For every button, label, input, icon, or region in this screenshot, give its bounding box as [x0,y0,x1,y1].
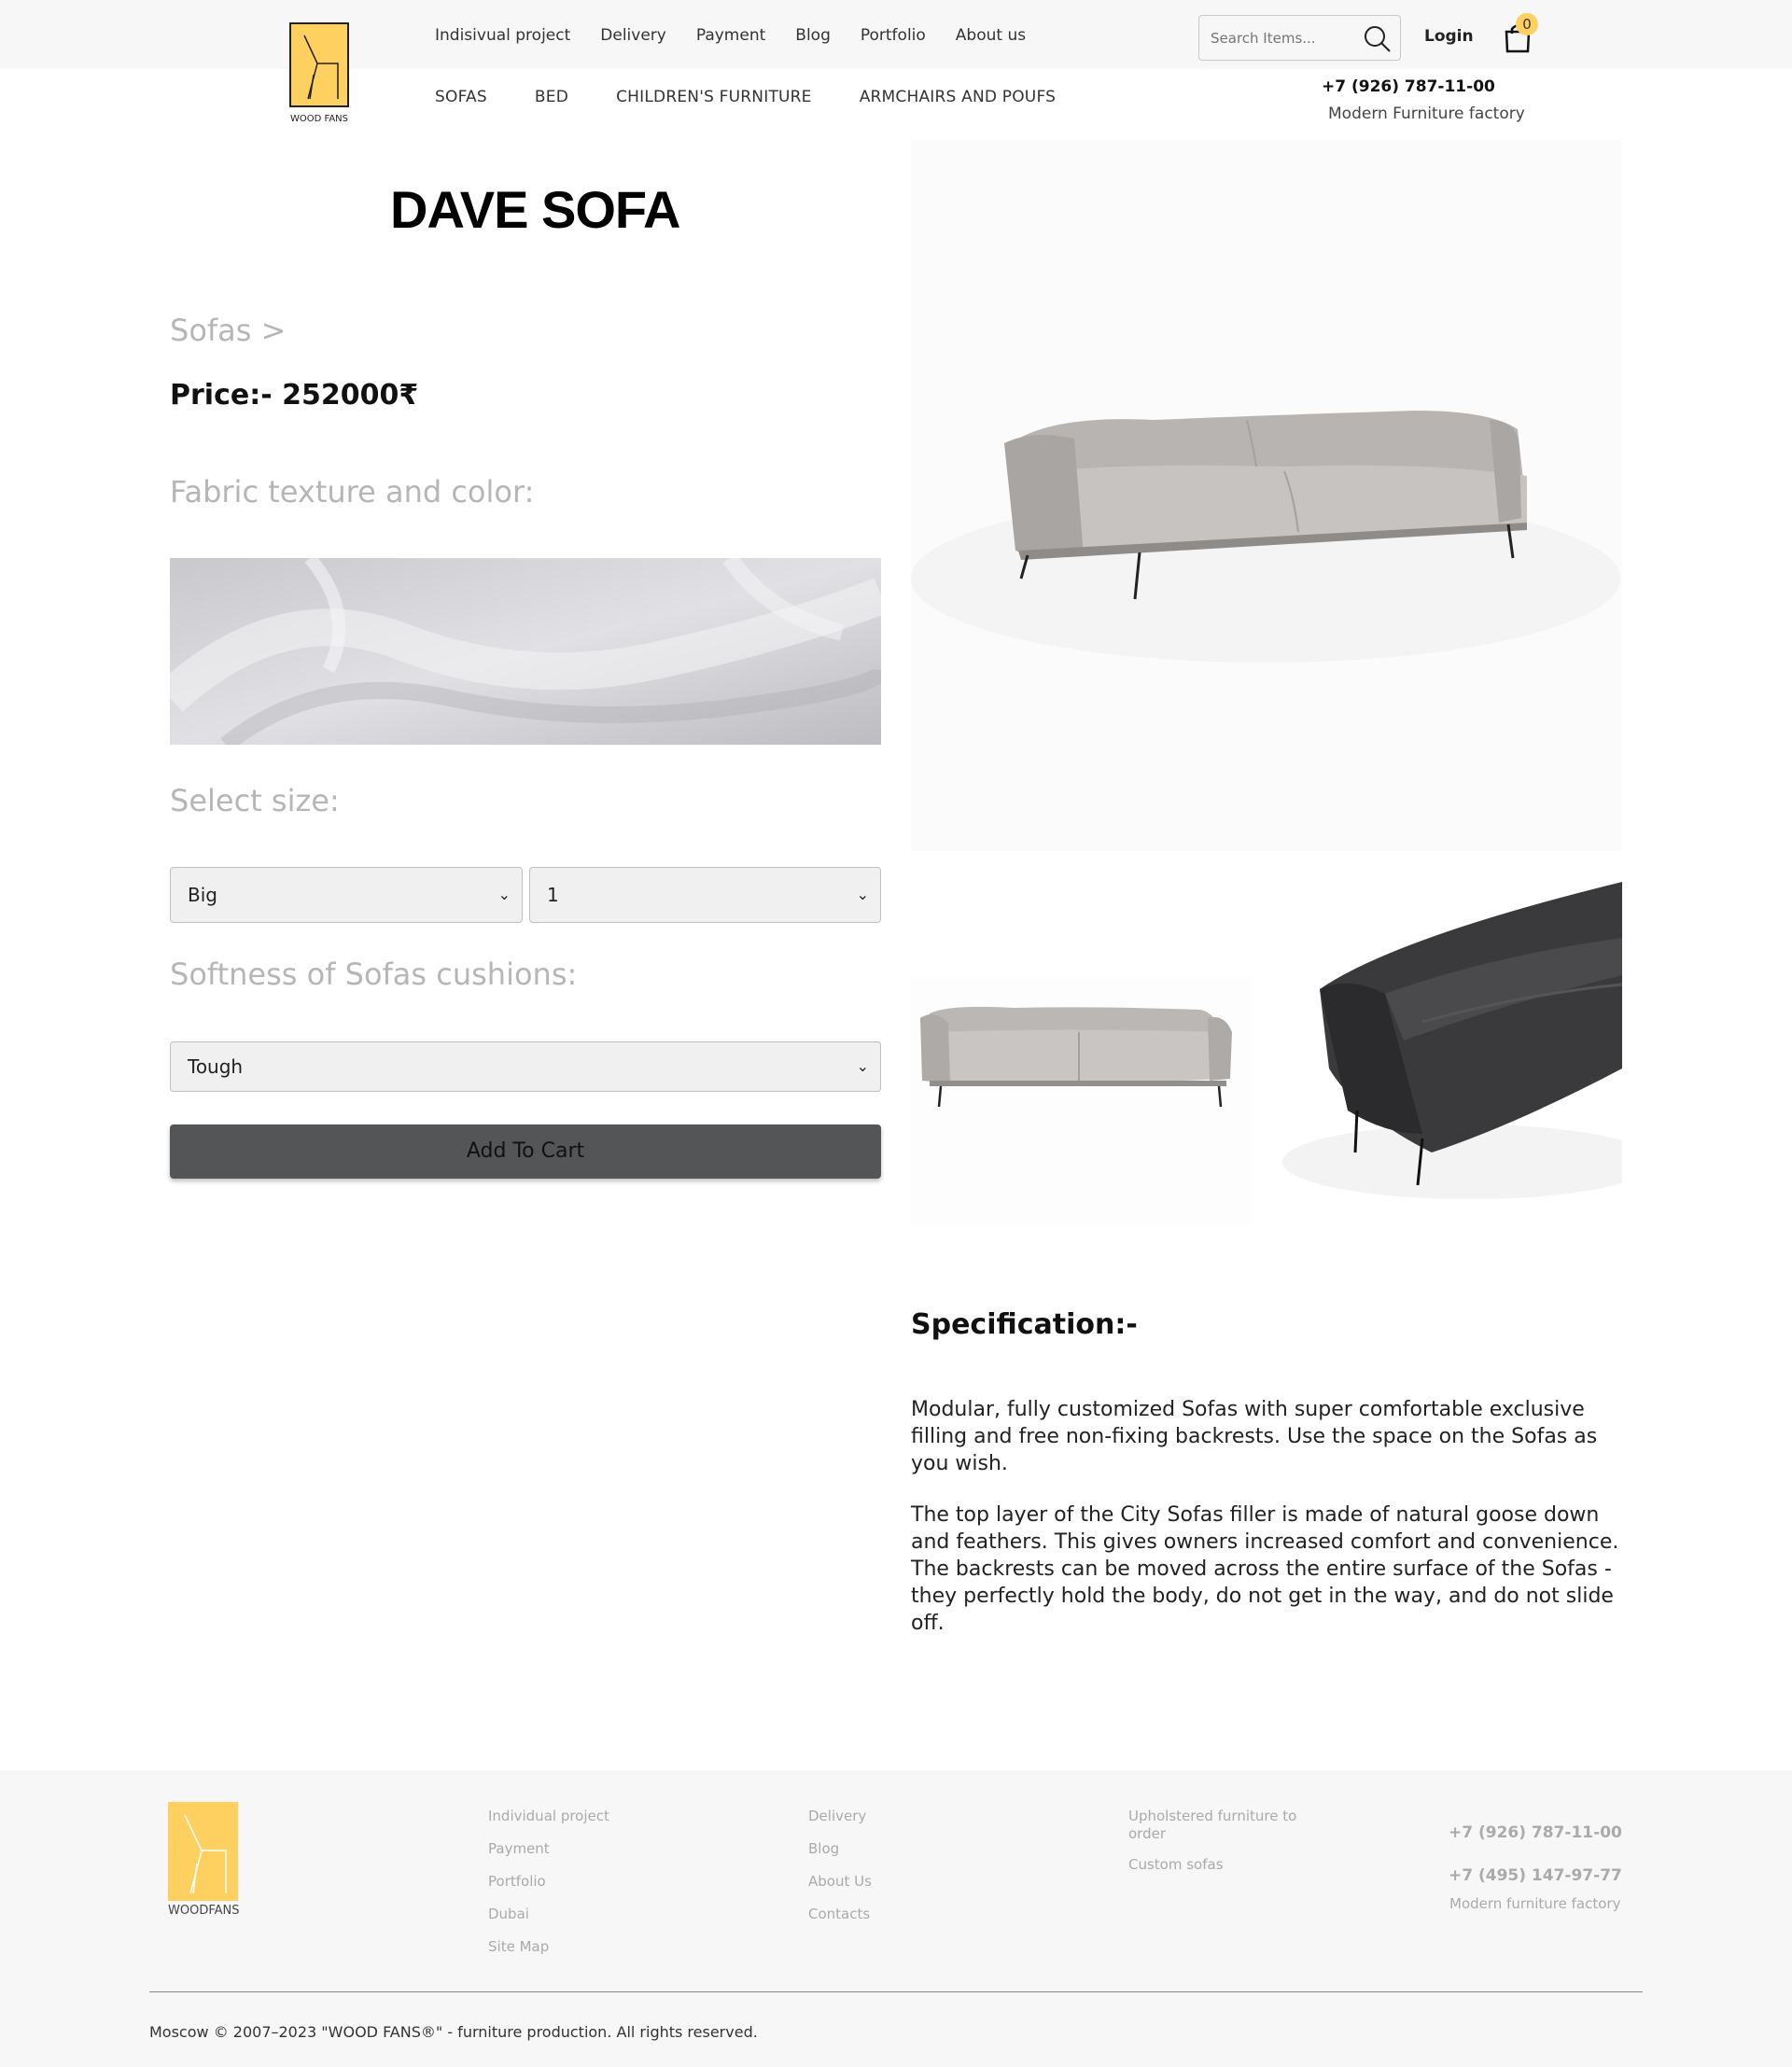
softness-select[interactable]: Tough ⌄ [170,1041,881,1092]
footer-link-blog[interactable]: Blog [808,1840,839,1857]
size-select-value: Big [188,884,217,906]
size-label: Select size: [170,783,340,818]
footer-phone-1[interactable]: +7 (926) 787-11-00 [1449,1823,1622,1842]
nav-blog[interactable]: Blog [795,26,831,45]
quantity-select[interactable]: 1 ⌄ [529,867,881,923]
footer-link-contacts[interactable]: Contacts [808,1906,870,1922]
category-armchairs-poufs[interactable]: ARMCHAIRS AND POUFS [860,88,1056,106]
nav-payment[interactable]: Payment [696,26,765,45]
specification-title: Specification:- [911,1308,1138,1341]
footer-logo-text: WOODFANS [168,1904,240,1918]
footer-link-delivery[interactable]: Delivery [808,1808,866,1824]
footer-divider [149,1991,1643,1992]
footer-tagline: Modern furniture factory [1449,1895,1621,1912]
nav-delivery[interactable]: Delivery [600,26,666,45]
logo-text: WOOD FANS [289,114,348,124]
copyright: Moscow © 2007–2023 "WOOD FANS®" - furnit… [149,2023,758,2041]
search-input[interactable] [1211,27,1351,49]
footer-link-about-us[interactable]: About Us [808,1873,872,1890]
login-link[interactable]: Login [1424,27,1474,46]
product-thumbnail-dark[interactable] [1282,882,1622,1218]
cart-count-badge: 0 [1516,13,1538,35]
nav-portfolio[interactable]: Portfolio [861,26,926,45]
category-bed[interactable]: BED [535,88,568,106]
product-price: Price:- 252000₹ [170,379,419,412]
product-main-image[interactable] [911,140,1622,851]
specification-paragraph: The top layer of the City Sofas filler i… [911,1503,1619,1635]
softness-label: Softness of Sofas cushions: [170,957,578,992]
nav-about-us[interactable]: About us [956,26,1026,45]
quantity-select-value: 1 [547,884,559,906]
footer-phone-2[interactable]: +7 (495) 147-97-77 [1449,1866,1622,1885]
footer-link-portfolio[interactable]: Portfolio [488,1873,546,1890]
product-thumbnail-front[interactable] [911,976,1251,1226]
top-nav: Indisivual project Delivery Payment Blog… [435,26,1056,45]
softness-select-value: Tough [188,1055,244,1078]
chevron-down-icon: ⌄ [497,886,511,903]
footer-link-upholstered-furniture[interactable]: Upholstered furniture to order [1128,1808,1306,1843]
search-box [1198,15,1401,61]
footer-link-dubai[interactable]: Dubai [488,1906,529,1922]
nav-individual-project[interactable]: Indisivual project [435,26,570,45]
chevron-down-icon: ⌄ [856,1057,869,1075]
footer-link-custom-sofas[interactable]: Custom sofas [1128,1856,1224,1873]
footer-logo-chair-icon[interactable] [168,1802,238,1901]
fabric-texture-image[interactable] [170,558,881,745]
header-tagline: Modern Furniture factory [1328,105,1525,123]
product-title: DAVE SOFA [390,180,680,239]
header-phone[interactable]: +7 (926) 787-11-00 [1322,77,1495,96]
fabric-label: Fabric texture and color: [170,474,535,510]
footer-link-individual-project[interactable]: Individual project [488,1808,609,1824]
chevron-down-icon: ⌄ [856,886,869,903]
logo-chair-icon [289,22,349,107]
specification-paragraph: Modular, fully customized Sofas with sup… [911,1398,1598,1475]
logo[interactable]: WOOD FANS [289,22,349,124]
footer-link-payment[interactable]: Payment [488,1840,550,1857]
breadcrumb[interactable]: Sofas > [170,313,286,348]
search-icon[interactable] [1363,24,1393,54]
category-sofas[interactable]: SOFAS [435,88,487,106]
size-select[interactable]: Big ⌄ [170,867,523,923]
add-to-cart-button[interactable]: Add To Cart [170,1124,881,1179]
category-childrens-furniture[interactable]: CHILDREN'S FURNITURE [616,88,812,106]
category-nav: SOFAS BED CHILDREN'S FURNITURE ARMCHAIRS… [435,88,1099,106]
footer-link-site-map[interactable]: Site Map [488,1938,549,1955]
